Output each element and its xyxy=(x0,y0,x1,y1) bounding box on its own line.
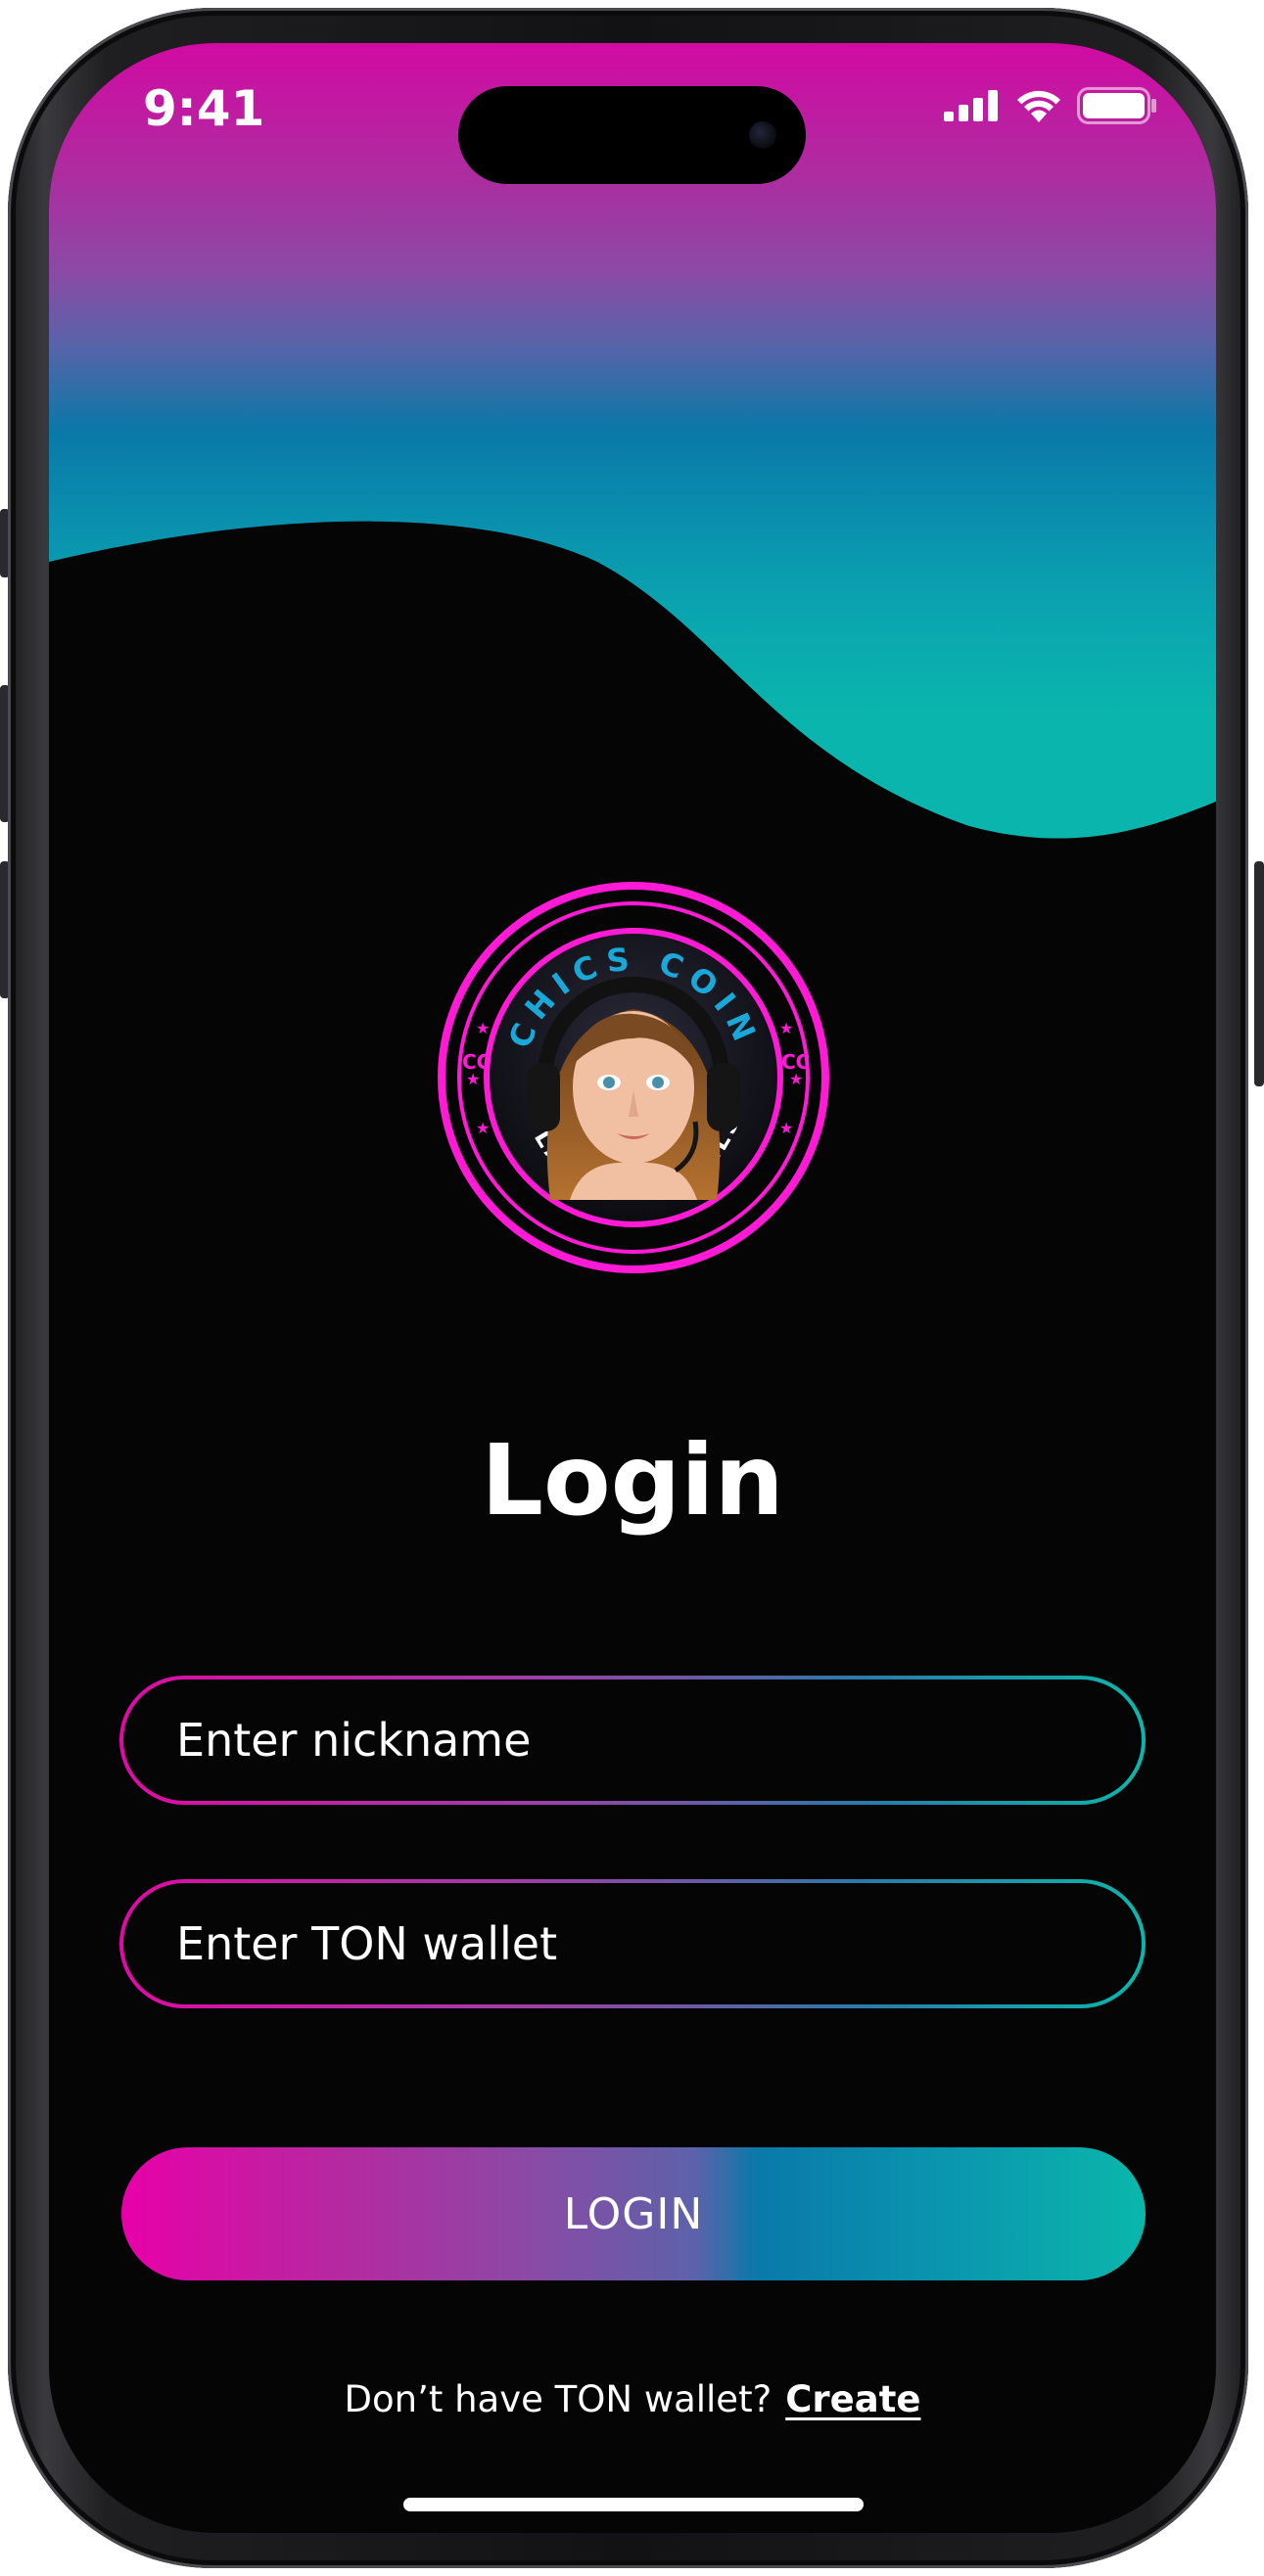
create-wallet-link[interactable]: Create xyxy=(785,2378,920,2420)
power-button xyxy=(1254,861,1264,1086)
svg-text:★: ★ xyxy=(476,1119,490,1137)
create-wallet-prompt: Don’t have TON wallet? Create xyxy=(49,2378,1216,2420)
wallet-field[interactable] xyxy=(119,1879,1146,2008)
front-camera xyxy=(749,121,776,149)
nickname-input[interactable] xyxy=(123,1714,1142,1767)
chics-coin-logo: CHICS COIN PLAY WITH GIRLS ★ ★ ★ ★ ★ ★ C… xyxy=(438,882,829,1273)
app-screen: 9:41 CHICS COIN L L ★ ★ ★ ★ ★ ★ CC CC Lo… xyxy=(49,43,1216,2533)
footer-question: Don’t have TON wallet? xyxy=(344,2378,772,2420)
svg-text:★: ★ xyxy=(779,1019,793,1037)
login-title: Login xyxy=(481,1423,784,1538)
girl-portrait xyxy=(527,976,740,1200)
nickname-field[interactable] xyxy=(119,1676,1146,1805)
logo-left-monogram: CC xyxy=(462,1050,491,1074)
status-time: 9:41 xyxy=(143,80,265,137)
logo-right-monogram: CC xyxy=(781,1050,810,1074)
status-icons xyxy=(944,86,1157,125)
battery-icon xyxy=(1077,87,1156,124)
ton-wallet-input[interactable] xyxy=(123,1917,1142,1970)
wifi-icon xyxy=(1017,90,1060,122)
login-button[interactable]: LOGIN xyxy=(121,2147,1146,2280)
nickname-field-inner xyxy=(123,1679,1142,1801)
wallet-field-inner xyxy=(123,1883,1142,2004)
svg-text:★: ★ xyxy=(779,1119,793,1137)
phone-device: 9:41 CHICS COIN L L ★ ★ ★ ★ ★ ★ CC CC Lo… xyxy=(0,0,1264,2576)
svg-text:★: ★ xyxy=(476,1019,490,1037)
home-indicator[interactable] xyxy=(403,2498,864,2511)
dynamic-island xyxy=(458,86,806,184)
cellular-signal-icon xyxy=(944,90,998,121)
